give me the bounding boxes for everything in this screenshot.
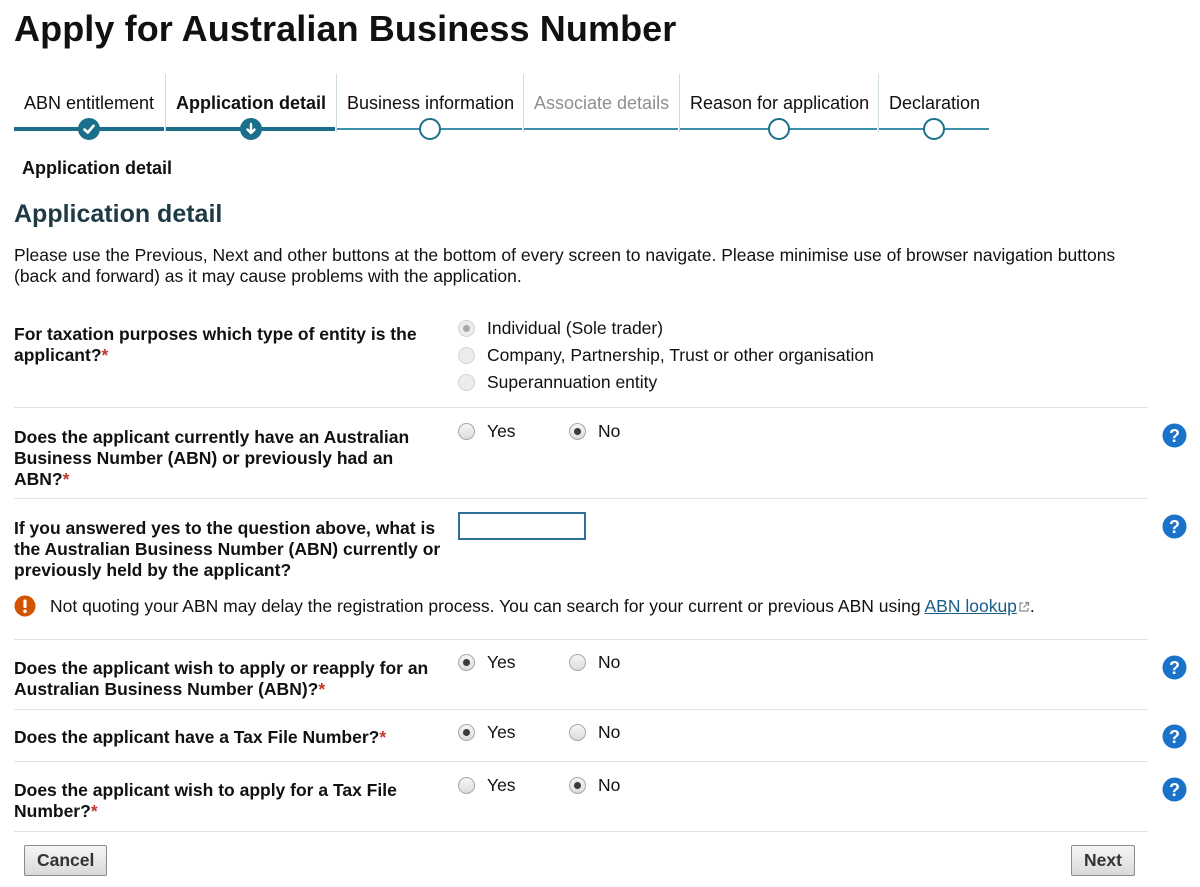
step-label: Business information bbox=[347, 93, 515, 113]
question-has-tfn: Does the applicant have a Tax File Numbe… bbox=[14, 710, 1187, 762]
step-declaration[interactable]: Declaration bbox=[878, 74, 989, 140]
question-apply-tfn: Does the applicant wish to apply for a T… bbox=[14, 762, 1187, 832]
radio-apply-tfn-no[interactable]: No bbox=[569, 775, 620, 796]
step-abn-entitlement[interactable]: ABN entitlement bbox=[14, 74, 164, 140]
help-icon[interactable]: ? bbox=[1162, 514, 1187, 539]
abn-lookup-link[interactable]: ABN lookup bbox=[925, 596, 1030, 616]
radio-apply-tfn-yes[interactable]: Yes bbox=[458, 775, 516, 796]
step-business-information[interactable]: Business information bbox=[336, 74, 522, 140]
question-entity-type: For taxation purposes which type of enti… bbox=[14, 314, 1148, 408]
question-label: Does the applicant wish to apply for a T… bbox=[14, 780, 397, 821]
step-label: Associate details bbox=[534, 93, 670, 113]
question-label: If you answered yes to the question abov… bbox=[14, 518, 441, 580]
cancel-button[interactable]: Cancel bbox=[24, 845, 108, 876]
question-label: For taxation purposes which type of enti… bbox=[14, 324, 417, 365]
question-label: Does the applicant wish to apply or reap… bbox=[14, 658, 429, 699]
question-abn-number: If you answered yes to the question abov… bbox=[14, 499, 1187, 640]
step-complete-indicator bbox=[78, 118, 100, 140]
radio-has-tfn-yes[interactable]: Yes bbox=[458, 722, 516, 743]
svg-text:?: ? bbox=[1169, 426, 1180, 446]
abn-warning-message: Not quoting your ABN may delay the regis… bbox=[14, 595, 1148, 617]
arrow-down-icon bbox=[245, 122, 256, 135]
section-title: Application detail bbox=[14, 200, 223, 228]
radio-has-tfn-no[interactable]: No bbox=[569, 722, 620, 743]
step-reason-for-application[interactable]: Reason for application bbox=[679, 74, 877, 140]
help-icon[interactable]: ? bbox=[1162, 777, 1187, 802]
radio-has-abn-no[interactable]: No bbox=[569, 421, 620, 442]
question-apply-abn: Does the applicant wish to apply or reap… bbox=[14, 640, 1187, 710]
abn-input[interactable] bbox=[458, 512, 586, 540]
svg-text:?: ? bbox=[1169, 517, 1180, 537]
help-icon[interactable]: ? bbox=[1162, 655, 1187, 680]
required-marker: * bbox=[379, 727, 387, 747]
next-button[interactable]: Next bbox=[1071, 845, 1135, 876]
intro-text: Please use the Previous, Next and other … bbox=[14, 245, 1116, 286]
required-marker: * bbox=[62, 469, 70, 489]
external-link-icon bbox=[1019, 601, 1030, 612]
radio-individual[interactable]: Individual (Sole trader) bbox=[458, 318, 663, 339]
step-associate-details: Associate details bbox=[523, 74, 678, 132]
required-marker: * bbox=[318, 679, 326, 699]
help-icon[interactable]: ? bbox=[1162, 423, 1187, 448]
step-label: ABN entitlement bbox=[24, 93, 155, 113]
radio-apply-abn-yes[interactable]: Yes bbox=[458, 652, 516, 673]
svg-text:?: ? bbox=[1169, 727, 1180, 747]
radio-company-partnership-trust[interactable]: Company, Partnership, Trust or other org… bbox=[458, 345, 874, 366]
required-marker: * bbox=[90, 801, 98, 821]
svg-text:?: ? bbox=[1169, 658, 1180, 678]
question-label: Does the applicant currently have an Aus… bbox=[14, 427, 410, 489]
page-title: Apply for Australian Business Number bbox=[14, 8, 677, 49]
step-application-detail[interactable]: Application detail bbox=[165, 74, 335, 140]
radio-has-abn-yes[interactable]: Yes bbox=[458, 421, 516, 442]
svg-text:?: ? bbox=[1169, 780, 1180, 800]
help-icon[interactable]: ? bbox=[1162, 724, 1187, 749]
check-icon bbox=[83, 124, 95, 134]
step-label: Reason for application bbox=[690, 93, 870, 113]
step-pending-indicator bbox=[418, 118, 441, 140]
step-label: Application detail bbox=[176, 93, 327, 113]
breadcrumb: Application detail bbox=[22, 158, 173, 178]
step-pending-indicator bbox=[767, 118, 790, 140]
radio-apply-abn-no[interactable]: No bbox=[569, 652, 620, 673]
question-label: Does the applicant have a Tax File Numbe… bbox=[14, 727, 387, 747]
step-current-indicator bbox=[239, 118, 262, 140]
radio-superannuation-entity[interactable]: Superannuation entity bbox=[458, 372, 657, 393]
step-label: Declaration bbox=[889, 93, 981, 113]
step-pending-indicator bbox=[923, 118, 945, 140]
warning-icon bbox=[14, 595, 36, 617]
question-has-abn: Does the applicant currently have an Aus… bbox=[14, 408, 1187, 499]
required-marker: * bbox=[101, 345, 109, 365]
